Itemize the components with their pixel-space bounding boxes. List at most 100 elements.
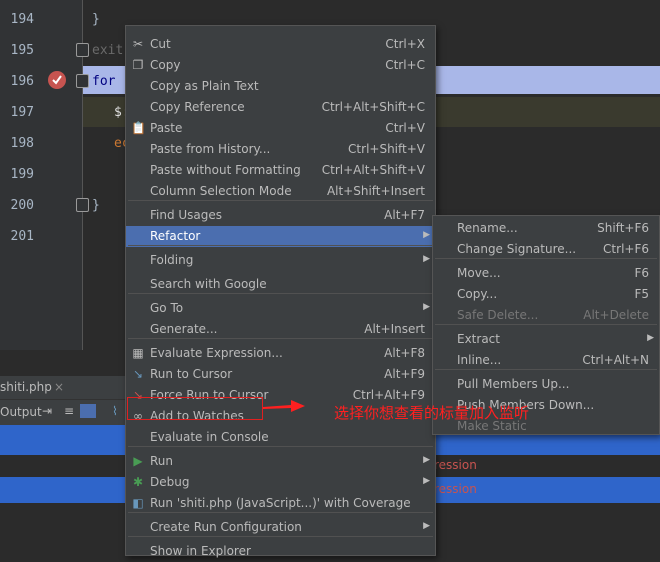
menu-item-label: Change Signature... <box>457 242 577 256</box>
menu-item-shortcut: Ctrl+Alt+N <box>582 353 649 367</box>
refactor-item-move[interactable]: Move... F6 <box>433 263 659 284</box>
line-number: 201 <box>10 229 34 244</box>
menu-item-shortcut: Ctrl+X <box>385 37 425 51</box>
menu-item-label: Cut <box>150 37 171 51</box>
run-to-cursor-icon: ↘ <box>132 367 144 381</box>
menu-item-paste[interactable]: 📋 Paste Ctrl+V <box>126 118 435 139</box>
menu-item-run[interactable]: ▶ Run ▶ <box>126 451 435 472</box>
menu-item-label: Evaluate in Console <box>150 430 269 444</box>
menu-item-label: Copy Reference <box>150 100 245 114</box>
menu-item-run-to-cursor[interactable]: ↘ Run to Cursor Alt+F9 <box>126 364 435 385</box>
menu-item-shortcut: Alt+F8 <box>384 346 425 360</box>
code-line: } <box>92 12 100 27</box>
submenu-arrow-icon: ▶ <box>423 302 430 312</box>
annotation-text: 选择你想查看的标量加入监听 <box>334 404 530 422</box>
fold-marker-icon[interactable] <box>76 198 89 212</box>
submenu-arrow-icon: ▶ <box>423 254 430 264</box>
breakpoint-icon[interactable] <box>48 71 66 89</box>
menu-item-shortcut: Shift+F6 <box>597 221 649 235</box>
menu-item-shortcut: Ctrl+V <box>385 121 425 135</box>
line-number: 200 <box>10 198 34 213</box>
menu-item-shortcut: Ctrl+F6 <box>603 242 649 256</box>
menu-item-go-to[interactable]: Go To ▶ <box>126 298 435 319</box>
menu-item-evaluate-expression[interactable]: ▦ Evaluate Expression... Alt+F8 <box>126 343 435 364</box>
submenu-arrow-icon: ▶ <box>647 333 654 343</box>
menu-item-copy[interactable]: ❐ Copy Ctrl+C <box>126 55 435 76</box>
menu-separator <box>128 338 433 339</box>
menu-separator <box>128 512 433 513</box>
menu-item-label: Rename... <box>457 221 518 235</box>
output-tab[interactable]: Output <box>0 405 42 419</box>
menu-item-evaluate-in-console[interactable]: Evaluate in Console <box>126 427 435 448</box>
menu-item-label: Show in Explorer <box>150 544 251 558</box>
menu-item-label: Create Run Configuration <box>150 520 302 534</box>
fold-marker-icon[interactable] <box>76 43 89 57</box>
line-number: 197 <box>10 105 34 120</box>
scissors-icon: ✂ <box>132 37 144 51</box>
menu-item-cut[interactable]: ✂ Cut Ctrl+X <box>126 34 435 55</box>
menu-item-run-shiti-php-javascript-with-coverage[interactable]: ◧ Run 'shiti.php (JavaScript...)' with Co… <box>126 493 435 514</box>
menu-item-folding[interactable]: Folding ▶ <box>126 250 435 271</box>
refactor-item-inline[interactable]: Inline... Ctrl+Alt+N <box>433 350 659 371</box>
refactor-item-rename[interactable]: Rename... Shift+F6 <box>433 218 659 239</box>
menu-item-label: Debug <box>150 475 190 489</box>
refactor-item-change-signature[interactable]: Change Signature... Ctrl+F6 <box>433 239 659 260</box>
refactor-item-extract[interactable]: Extract ▶ <box>433 329 659 350</box>
calculator-icon: ▦ <box>132 346 144 360</box>
close-tab-icon[interactable]: × <box>54 380 64 394</box>
menu-item-shortcut: Ctrl+Alt+Shift+C <box>321 100 425 114</box>
menu-separator <box>128 245 433 246</box>
menu-item-shortcut: Ctrl+Alt+F9 <box>352 388 425 402</box>
menu-item-refactor[interactable]: Refactor ▶ <box>126 226 435 247</box>
menu-item-shortcut: Alt+Delete <box>583 308 649 322</box>
menu-separator <box>435 258 657 259</box>
line-number: 195 <box>10 43 34 58</box>
arrow-icon <box>263 400 305 412</box>
submenu-arrow-icon: ▶ <box>423 230 430 240</box>
line-number: 194 <box>10 12 34 27</box>
menu-item-label: Search with Google <box>150 277 267 291</box>
settings-icon[interactable]: ≡ <box>64 404 74 418</box>
refactor-item-safe-delete: Safe Delete... Alt+Delete <box>433 305 659 326</box>
menu-separator <box>435 324 657 325</box>
menu-item-label: Generate... <box>150 322 218 336</box>
file-tab[interactable]: shiti.php <box>0 380 52 394</box>
menu-separator <box>128 446 433 447</box>
menu-item-find-usages[interactable]: Find Usages Alt+F7 <box>126 205 435 226</box>
menu-item-shortcut: F6 <box>634 266 649 280</box>
submenu-arrow-icon: ▶ <box>423 455 430 465</box>
refactor-item-copy[interactable]: Copy... F5 <box>433 284 659 305</box>
watch-icon[interactable]: ⌇ <box>112 404 118 418</box>
line-number: 196 <box>10 74 34 89</box>
menu-item-copy-as-plain-text[interactable]: Copy as Plain Text <box>126 76 435 97</box>
menu-item-search-with-google[interactable]: Search with Google <box>126 274 435 295</box>
submenu-arrow-icon: ▶ <box>423 476 430 486</box>
menu-item-label: Copy... <box>457 287 498 301</box>
menu-item-paste-from-history[interactable]: Paste from History... Ctrl+Shift+V <box>126 139 435 160</box>
menu-item-generate[interactable]: Generate... Alt+Insert <box>126 319 435 340</box>
menu-item-label: Find Usages <box>150 208 223 222</box>
copy-icon: ❐ <box>132 58 144 72</box>
submenu-arrow-icon: ▶ <box>423 521 430 531</box>
menu-item-label: Refactor <box>150 229 201 243</box>
menu-item-create-run-configuration[interactable]: Create Run Configuration ▶ <box>126 517 435 538</box>
menu-item-label: Move... <box>457 266 501 280</box>
menu-separator <box>128 293 433 294</box>
menu-item-shortcut: Alt+Shift+Insert <box>326 184 425 198</box>
menu-item-column-selection-mode[interactable]: Column Selection Mode Alt+Shift+Insert <box>126 181 435 202</box>
menu-item-show-in-explorer[interactable]: Show in Explorer <box>126 541 435 562</box>
code-line: } <box>92 198 100 213</box>
menu-item-label: Copy <box>150 58 181 72</box>
list-icon[interactable] <box>80 404 96 418</box>
pin-icon[interactable]: ⇥ <box>42 404 52 418</box>
refactor-item-pull-members-up[interactable]: Pull Members Up... <box>433 374 659 395</box>
menu-item-paste-without-formatting[interactable]: Paste without Formatting Ctrl+Alt+Shift+V <box>126 160 435 181</box>
menu-item-label: Evaluate Expression... <box>150 346 283 360</box>
menu-item-copy-reference[interactable]: Copy Reference Ctrl+Alt+Shift+C <box>126 97 435 118</box>
menu-item-label: Safe Delete... <box>457 308 539 322</box>
menu-item-label: Folding <box>150 253 194 267</box>
line-number: 198 <box>10 136 34 151</box>
fold-marker-icon[interactable] <box>76 74 89 88</box>
menu-item-debug[interactable]: ✱ Debug ▶ <box>126 472 435 493</box>
menu-item-label: Go To <box>150 301 184 315</box>
